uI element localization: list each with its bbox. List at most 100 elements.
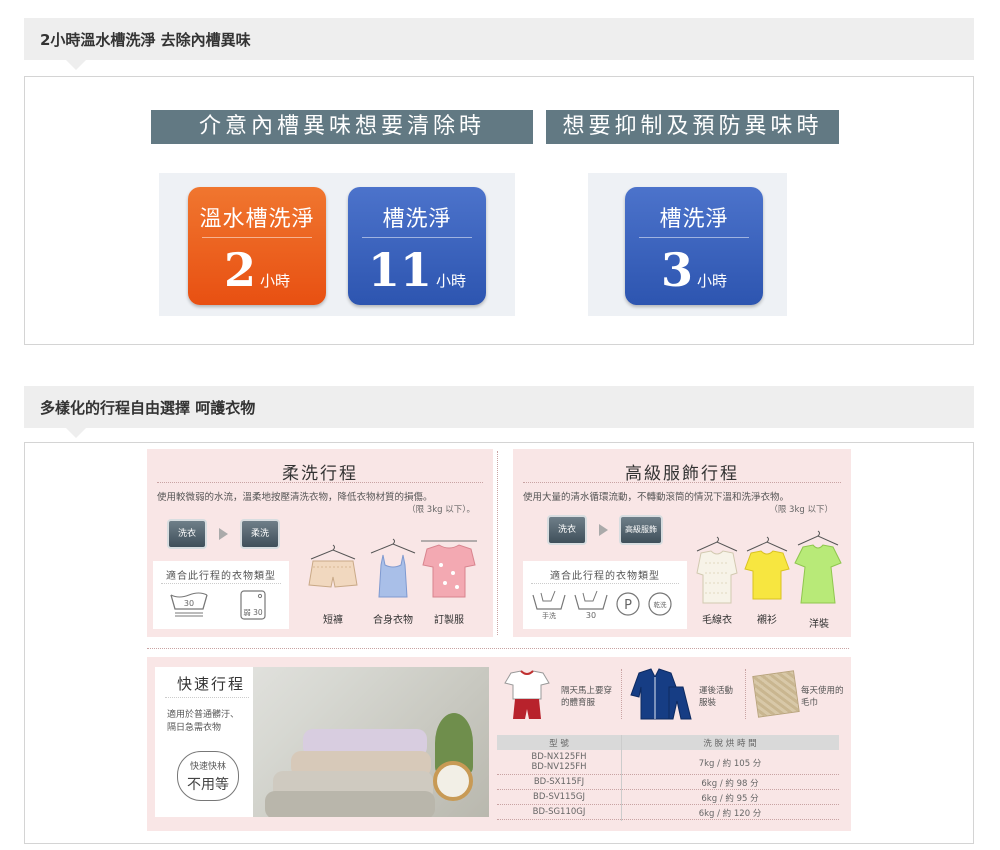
- shirt-image: [744, 536, 790, 600]
- panel-limit: （限 3kg 以下）: [769, 505, 833, 515]
- section-title: 2小時溫水槽洗淨 去除內槽異味: [40, 31, 251, 49]
- panel-separator: [497, 451, 498, 635]
- shorts-image: [308, 544, 358, 588]
- quick-title: 快速行程: [177, 675, 246, 693]
- panel-quick-wash: 快速行程 適用於普通髒汙、 隔日急需衣物 快速快林 不用等 隔天馬上要穿的體育服…: [147, 657, 851, 831]
- clock-image: [433, 761, 473, 801]
- step-wash-button: 洗衣: [167, 519, 207, 549]
- dress-image: [794, 530, 842, 604]
- item-separator: [745, 669, 746, 719]
- dry-clean-icon: 乾洗: [648, 592, 672, 616]
- section-tub-clean: 介意內槽異味想要清除時 想要抑制及預防異味時 溫水槽洗淨 2 小時 槽洗淨 11 小…: [24, 76, 974, 345]
- section-divider: [147, 648, 849, 649]
- machine-weak-30-icon: 弱 30: [240, 590, 266, 620]
- quick-divider: [165, 697, 249, 698]
- sportswear-image: [630, 668, 692, 720]
- item-separator: [621, 669, 622, 719]
- quick-badge: 快速快林 不用等: [177, 751, 239, 801]
- panel-premium-wear: 高級服飾行程 使用大量的清水循環流動，不轉動滾筒的情況下溫和洗淨衣物。 （限 3…: [513, 449, 851, 637]
- svg-text:30: 30: [184, 599, 194, 608]
- tile-unit: 小時: [436, 272, 467, 290]
- panel-title: 高級服飾行程: [625, 464, 739, 484]
- camisole-image: [370, 538, 416, 598]
- cell-model: BD-SV115GJ: [533, 792, 585, 802]
- banner-remove-odor: 介意內槽異味想要清除時: [151, 110, 533, 144]
- cell-model-alt: BD-NV125FH: [531, 762, 587, 772]
- panel-divider: [523, 482, 841, 483]
- header-pointer: [66, 60, 86, 70]
- tile-unit: 小時: [260, 272, 291, 290]
- panel-limit: （限 3kg 以下）。: [407, 505, 475, 515]
- care-title: 適合此行程的衣物類型: [550, 571, 660, 582]
- quick-desc-1: 適用於普通髒汙、: [167, 710, 240, 720]
- cell-time: 6kg / 約 95 分: [701, 794, 759, 804]
- tile-hours: 3 小時: [625, 243, 763, 297]
- tile-unit: 小時: [697, 272, 728, 290]
- gym-clothes-image: [504, 670, 550, 719]
- quick-badge-line2: 不用等: [187, 777, 229, 793]
- cell-time: 7kg / 約 105 分: [698, 759, 762, 769]
- care-divider: [531, 583, 679, 584]
- header-pointer: [66, 428, 86, 438]
- tile-divider: [639, 237, 749, 238]
- banner-prevent-odor: 想要抑制及預防異味時: [546, 110, 839, 144]
- svg-text:P: P: [624, 598, 632, 613]
- svg-text:乾洗: 乾洗: [654, 600, 668, 609]
- quick-badge-line1: 快速快林: [189, 762, 226, 772]
- item-label-towel: 每天使用的毛巾: [801, 686, 844, 708]
- svg-text:手洗: 手洗: [542, 611, 556, 619]
- section-courses: 柔洗行程 使用較微弱的水流，溫柔地按壓清洗衣物，降低衣物材質的損傷。 （限 3k…: [24, 442, 974, 844]
- step-premium-button: 高級服飾: [619, 515, 663, 545]
- clothes-label-tailored: 訂製服: [434, 615, 464, 626]
- table-row: BD-SG110GJ 6kg / 約 120 分: [497, 806, 839, 820]
- tile-tub-clean-11h: 槽洗淨 11 小時: [348, 187, 486, 305]
- care-label-box: 適合此行程的衣物類型 手洗 30 P 乾洗: [523, 561, 687, 629]
- step-arrow-icon: [219, 528, 228, 540]
- cell-model: BD-SG110GJ: [532, 807, 586, 817]
- towel-folded-image: [752, 670, 800, 718]
- panel-divider: [157, 482, 483, 483]
- quick-info-card: 快速行程 適用於普通髒汙、 隔日急需衣物 快速快林 不用等: [155, 667, 253, 817]
- table-row: BD-SX115FJ 6kg / 約 98 分: [497, 776, 839, 790]
- clothes-label-shirt: 襯衫: [757, 615, 777, 626]
- tile-title: 槽洗淨: [382, 207, 452, 232]
- wash-30-icon: 30: [170, 592, 208, 617]
- svg-text:弱 30: 弱 30: [243, 608, 263, 617]
- care-divider: [161, 583, 281, 584]
- section-header-tub-clean: 2小時溫水槽洗淨 去除內槽異味: [24, 18, 974, 70]
- svg-text:30: 30: [586, 611, 596, 619]
- clothes-label-dress: 洋裝: [809, 619, 829, 630]
- tile-title: 溫水槽洗淨: [199, 207, 315, 232]
- table-header: 型 號 洗 脫 烘 時 間: [497, 735, 839, 750]
- quick-desc-2: 隔日急需衣物: [167, 723, 222, 733]
- step-arrow-icon: [599, 524, 608, 536]
- blouse-image: [421, 540, 477, 598]
- tile-number: 2: [223, 243, 256, 297]
- clothes-label-shorts: 短褲: [323, 615, 343, 626]
- section-header-courses: 多樣化的行程自由選擇 呵護衣物: [24, 386, 974, 438]
- model-table: 型 號 洗 脫 烘 時 間 BD-NX125FH BD-NV125FH 7kg …: [497, 735, 839, 821]
- hand-wash-icon: 手洗: [532, 590, 566, 619]
- step-soft-button: 柔洗: [240, 519, 280, 549]
- tile-title: 槽洗淨: [659, 207, 729, 232]
- tile-hours: 2 小時: [188, 243, 326, 297]
- tile-number: 11: [367, 243, 432, 297]
- table-row: BD-NX125FH BD-NV125FH 7kg / 約 105 分: [497, 751, 839, 775]
- cell-model: BD-SX115FJ: [533, 777, 585, 787]
- cell-time: 6kg / 約 98 分: [701, 779, 759, 789]
- step-wash-button: 洗衣: [547, 515, 587, 545]
- section-title: 多樣化的行程自由選擇 呵護衣物: [40, 399, 256, 417]
- cell-time: 6kg / 約 120 分: [698, 809, 762, 819]
- sweater-image: [696, 536, 738, 604]
- clothes-label-fitted: 合身衣物: [373, 615, 413, 626]
- item-label-sportswear: 運後活動服裝: [699, 686, 734, 708]
- tile-warm-water-2h: 溫水槽洗淨 2 小時: [188, 187, 326, 305]
- towel-image: [265, 791, 435, 817]
- tile-number: 3: [660, 243, 693, 297]
- tile-hours: 11 小時: [348, 243, 486, 297]
- item-label-gym: 隔天馬上要穿的體育服: [561, 686, 613, 708]
- hand-wash-30-icon: 30: [574, 590, 608, 619]
- dry-clean-p-icon: P: [616, 592, 640, 616]
- table-row: BD-SV115GJ 6kg / 約 95 分: [497, 791, 839, 805]
- cell-model: BD-NX125FH: [531, 752, 587, 762]
